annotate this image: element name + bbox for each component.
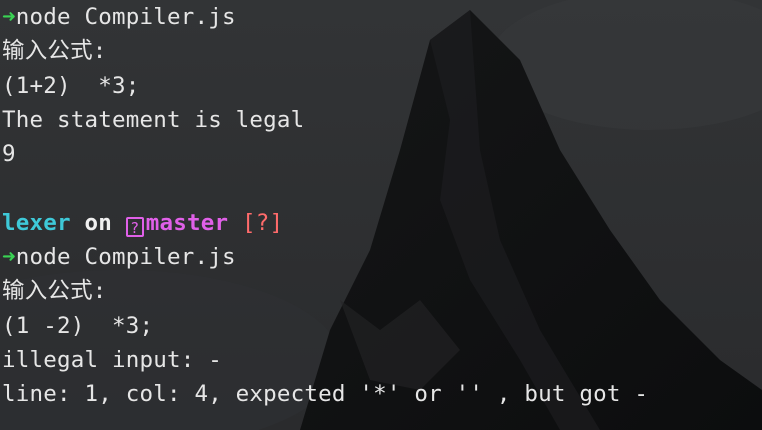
error-message-line: illegal input: -: [2, 346, 222, 373]
prompt-info-line: lexer on ? master [?]: [2, 206, 762, 240]
result-message-line: The statement is legal: [2, 106, 305, 133]
prompt-arrow-icon: ➜: [2, 244, 16, 271]
formula-line-1: (1+2) *3;: [2, 72, 140, 99]
command-line-1: ➜node Compiler.js: [2, 0, 762, 34]
terminal-window[interactable]: ➜node Compiler.js 输入公式: (1+2) *3; The st…: [2, 0, 762, 430]
prompt-on-label: on: [84, 209, 112, 236]
error-detail-line: line: 1, col: 4, expected '*' or '' , bu…: [2, 381, 649, 408]
result-value-line: 9: [2, 141, 16, 168]
prompt-branch: master: [145, 209, 229, 236]
prompt-directory: lexer: [2, 209, 71, 236]
formula-line-2: (1 -2) *3;: [2, 312, 154, 339]
prompt-arrow-icon: ➜: [2, 4, 16, 30]
input-prompt-line-2: 输入公式:: [2, 278, 107, 305]
input-prompt-line-1: 输入公式:: [2, 38, 107, 65]
branch-icon: ?: [125, 216, 144, 237]
command-text: node Compiler.js: [15, 244, 236, 271]
prompt-status: [?]: [241, 209, 284, 236]
command-line-2: ➜node Compiler.js: [2, 240, 762, 274]
command-text: node Compiler.js: [15, 4, 236, 30]
